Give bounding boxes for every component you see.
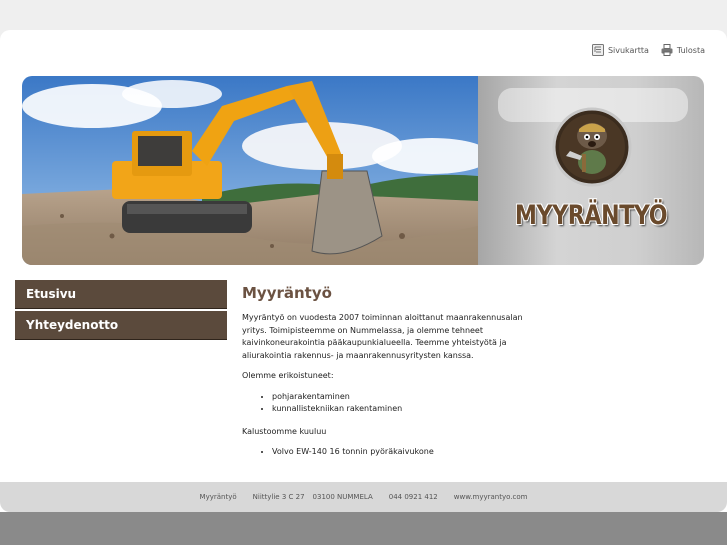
list-item: kunnallistekniikan rakentaminen xyxy=(272,403,542,416)
footer-postal: 03100 NUMMELA xyxy=(312,493,373,501)
printer-icon xyxy=(661,44,673,56)
footer-address: Niittylie 3 C 27 03100 NUMMELA xyxy=(253,493,373,501)
nav-item-yhteydenotto[interactable]: Yhteydenotto xyxy=(15,311,227,340)
logo-panel: MYYRÄNTYÖ xyxy=(478,76,704,265)
main-content: Myyräntyö Myyräntyö on vuodesta 2007 toi… xyxy=(242,284,542,469)
sidebar-nav: Etusivu Yhteydenotto xyxy=(15,280,227,342)
footer-company: Myyräntyö xyxy=(199,493,237,501)
equipment-label: Kalustoomme kuuluu xyxy=(242,426,327,436)
list-item: Volvo EW-140 16 tonnin pyöräkaivukone xyxy=(272,446,542,459)
sitemap-link[interactable]: Sivukartta xyxy=(591,44,649,56)
header-banner: MYYRÄNTYÖ xyxy=(22,76,704,265)
top-links: Sivukartta Tulosta xyxy=(591,44,705,56)
list-item: pohjarakentaminen xyxy=(272,391,542,404)
equipment-list: Volvo EW-140 16 tonnin pyöräkaivukone xyxy=(242,446,542,459)
specialties-list: pohjarakentaminen kunnallistekniikan rak… xyxy=(242,391,542,416)
footer: Myyräntyö Niittylie 3 C 27 03100 NUMMELA… xyxy=(0,482,727,512)
specialties-label: Olemme erikoistuneet: xyxy=(242,371,334,380)
page-title: Myyräntyö xyxy=(242,284,332,302)
footer-phone: 044 0921 412 xyxy=(388,493,438,501)
logo-text: MYYRÄNTYÖ xyxy=(514,200,668,231)
mole-mascot-icon xyxy=(552,107,632,187)
intro-paragraph: Myyräntyö on vuodesta 2007 toiminnan alo… xyxy=(242,313,523,360)
footer-street: Niittylie 3 C 27 xyxy=(252,493,305,501)
excavator-photo xyxy=(22,76,492,265)
bottom-band xyxy=(0,512,727,545)
print-label: Tulosta xyxy=(676,45,705,55)
sitemap-icon xyxy=(591,44,604,56)
footer-website-link[interactable]: www.myyrantyo.com xyxy=(454,493,528,501)
nav-item-etusivu[interactable]: Etusivu xyxy=(15,280,227,309)
sitemap-label: Sivukartta xyxy=(607,45,649,55)
page-container: Sivukartta Tulosta MYYRÄNTYÖ Etusivu Yht… xyxy=(0,30,727,512)
print-link[interactable]: Tulosta xyxy=(661,44,705,56)
